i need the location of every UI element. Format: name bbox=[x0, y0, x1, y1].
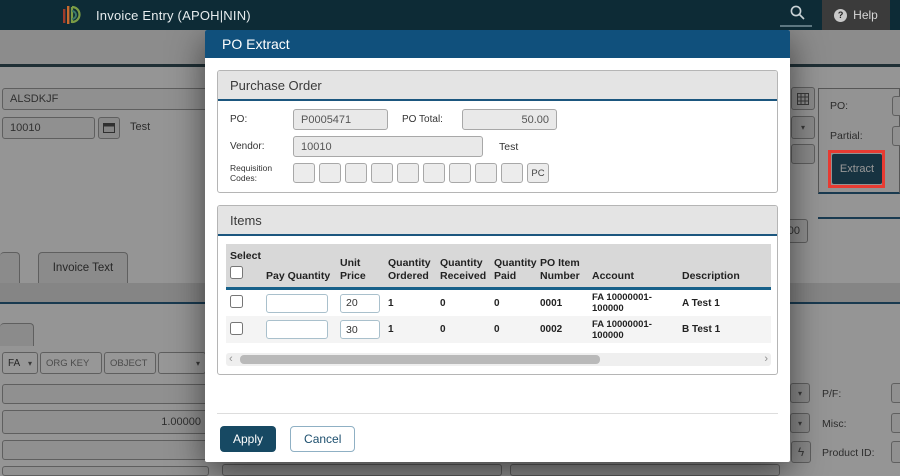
column-select-label: Select bbox=[230, 250, 260, 263]
unit-price-input[interactable] bbox=[340, 294, 380, 313]
extract-highlight-annotation bbox=[828, 150, 885, 188]
scroll-right-icon[interactable]: › bbox=[764, 353, 768, 366]
modal-body: Purchase Order PO: PO Total: Vendor: Tes… bbox=[205, 58, 790, 387]
scroll-left-icon[interactable]: ‹ bbox=[229, 353, 233, 366]
table-row: 1 0 0 0001 FA 10000001-100000 A Test 1 bbox=[226, 289, 771, 317]
requisition-code-box[interactable] bbox=[423, 163, 445, 183]
requisition-code-box[interactable] bbox=[371, 163, 393, 183]
items-section: Items Select Pa bbox=[217, 205, 778, 375]
requisition-code-box[interactable] bbox=[293, 163, 315, 183]
search-icon bbox=[789, 4, 806, 21]
items-section-header: Items bbox=[218, 206, 777, 236]
help-label: Help bbox=[853, 8, 878, 22]
column-quantity-received: Quantity Received bbox=[436, 244, 490, 289]
column-account: Account bbox=[588, 244, 678, 289]
table-row: 1 0 0 0002 FA 10000001-100000 B Test 1 bbox=[226, 316, 771, 343]
column-unit-price: Unit Price bbox=[336, 244, 384, 289]
quantity-ordered-value: 1 bbox=[384, 316, 436, 343]
unit-price-input[interactable] bbox=[340, 320, 380, 339]
po-label: PO: bbox=[230, 114, 293, 125]
description-value: A Test 1 bbox=[678, 289, 771, 317]
modal-footer: Apply Cancel bbox=[217, 413, 778, 462]
purchase-order-section-title: Purchase Order bbox=[230, 78, 322, 93]
vendor-label: Vendor: bbox=[230, 141, 293, 152]
modal-title: PO Extract bbox=[222, 36, 290, 52]
column-pay-quantity: Pay Quantity bbox=[262, 244, 336, 289]
search-button[interactable] bbox=[782, 4, 812, 26]
select-all-checkbox[interactable] bbox=[230, 266, 243, 279]
vendor-name-text: Test bbox=[499, 141, 518, 153]
search-underline bbox=[780, 25, 812, 27]
column-po-item-number: PO Item Number bbox=[536, 244, 588, 289]
po-total-input[interactable] bbox=[462, 109, 557, 130]
requisition-codes-label: Requisition Codes: bbox=[230, 163, 293, 183]
horizontal-scrollbar[interactable]: ‹ › bbox=[226, 353, 771, 366]
pay-quantity-input[interactable] bbox=[266, 294, 328, 313]
po-item-number-value: 0001 bbox=[536, 289, 588, 317]
description-value: B Test 1 bbox=[678, 316, 771, 343]
po-item-number-value: 0002 bbox=[536, 316, 588, 343]
requisition-code-box[interactable] bbox=[319, 163, 341, 183]
app-header: Invoice Entry (APOH|NIN) ? Help bbox=[0, 0, 900, 30]
requisition-code-box[interactable] bbox=[345, 163, 367, 183]
column-select: Select bbox=[226, 244, 262, 289]
quantity-paid-value: 0 bbox=[490, 316, 536, 343]
app-logo-icon bbox=[62, 3, 86, 27]
help-icon: ? bbox=[834, 9, 847, 22]
modal-header: PO Extract bbox=[205, 30, 790, 58]
po-input[interactable] bbox=[293, 109, 388, 130]
pay-quantity-input[interactable] bbox=[266, 320, 328, 339]
requisition-code-box[interactable] bbox=[449, 163, 471, 183]
items-section-title: Items bbox=[230, 213, 262, 228]
app-title: Invoice Entry (APOH|NIN) bbox=[96, 8, 251, 23]
vendor-input[interactable] bbox=[293, 136, 483, 157]
row-select-checkbox[interactable] bbox=[230, 322, 243, 335]
quantity-ordered-value: 1 bbox=[384, 289, 436, 317]
po-extract-modal: PO Extract Purchase Order PO: PO Total: … bbox=[205, 30, 790, 462]
column-description: Description bbox=[678, 244, 771, 289]
apply-button[interactable]: Apply bbox=[220, 426, 276, 452]
column-quantity-paid: Quantity Paid bbox=[490, 244, 536, 289]
quantity-received-value: 0 bbox=[436, 316, 490, 343]
requisition-code-box[interactable] bbox=[475, 163, 497, 183]
requisition-code-box-pc[interactable]: PC bbox=[527, 163, 549, 183]
requisition-code-box[interactable] bbox=[501, 163, 523, 183]
help-button[interactable]: ? Help bbox=[822, 0, 890, 30]
requisition-code-box[interactable] bbox=[397, 163, 419, 183]
po-total-label: PO Total: bbox=[402, 114, 462, 125]
scrollbar-thumb[interactable] bbox=[240, 355, 600, 364]
account-value: FA 10000001-100000 bbox=[588, 289, 678, 317]
purchase-order-section-header: Purchase Order bbox=[218, 71, 777, 101]
items-table: Select Pay Quantity Unit Price Quantity … bbox=[226, 244, 771, 343]
quantity-paid-value: 0 bbox=[490, 289, 536, 317]
row-select-checkbox[interactable] bbox=[230, 295, 243, 308]
purchase-order-section: Purchase Order PO: PO Total: Vendor: Tes… bbox=[217, 70, 778, 193]
account-value: FA 10000001-100000 bbox=[588, 316, 678, 343]
quantity-received-value: 0 bbox=[436, 289, 490, 317]
column-quantity-ordered: Quantity Ordered bbox=[384, 244, 436, 289]
screen: Test ▾ PO: Partial: Extract Invoice Text… bbox=[0, 0, 900, 476]
cancel-button[interactable]: Cancel bbox=[290, 426, 355, 452]
